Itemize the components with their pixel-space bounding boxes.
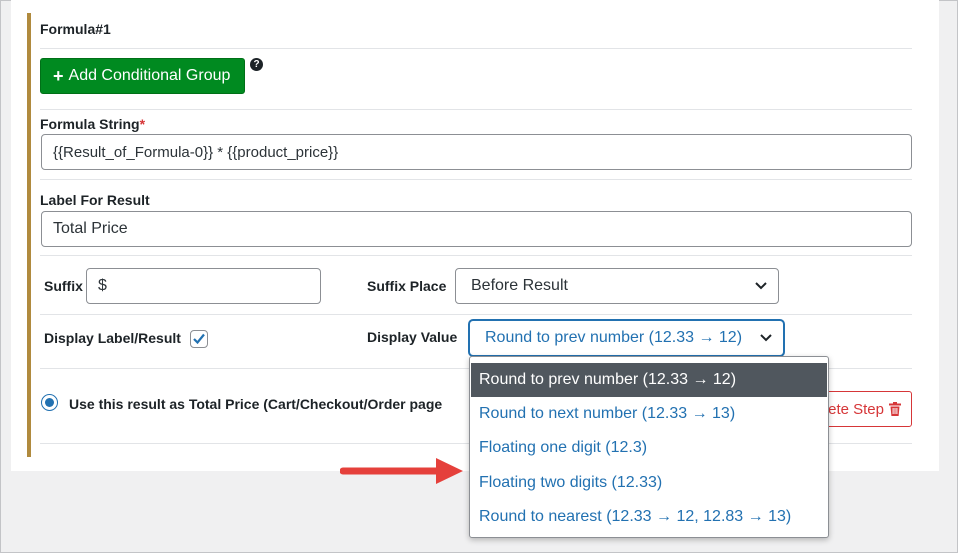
dropdown-option[interactable]: Round to nearest (12.33 → 12, 12.83 → 13… (471, 500, 827, 534)
checkmark-icon (193, 333, 205, 345)
display-value-select[interactable]: Round to prev number (12.33 → 12) (469, 320, 784, 356)
suffix-place-value: Before Result (471, 277, 568, 294)
total-price-radio[interactable] (41, 394, 58, 411)
label-for-result-label: Label For Result (40, 192, 150, 208)
delete-step-label: ete Step (828, 400, 884, 418)
total-price-radio-label: Use this result as Total Price (Cart/Che… (69, 396, 443, 412)
display-label-result-label: Display Label/Result (44, 330, 181, 346)
formula-string-input[interactable]: {{Result_of_Formula-0}} * {{product_pric… (41, 134, 912, 170)
divider (40, 255, 912, 256)
dropdown-option[interactable]: Floating one digit (12.3) (471, 431, 827, 465)
formula-string-label: Formula String* (40, 116, 145, 132)
formula-accent-bar (27, 13, 31, 457)
annotation-arrow-icon (340, 458, 463, 484)
divider (40, 314, 912, 315)
divider (40, 48, 912, 49)
formula-string-label-text: Formula String (40, 116, 140, 132)
chevron-down-icon (755, 282, 767, 290)
dropdown-option[interactable]: Floating two digits (12.33) (471, 466, 827, 500)
dropdown-option[interactable]: Round to prev number (12.33 → 12) (471, 363, 827, 397)
label-for-result-input[interactable]: Total Price (41, 211, 912, 247)
divider (40, 179, 912, 180)
plus-icon: + (53, 66, 64, 86)
label-for-result-value: Total Price (53, 220, 128, 237)
suffix-input[interactable]: $ (86, 268, 321, 304)
display-value-dropdown: Round to prev number (12.33 → 12) Round … (469, 356, 829, 538)
chevron-down-icon (760, 334, 772, 342)
divider (40, 109, 912, 110)
dropdown-option[interactable]: Round to next number (12.33 → 13) (471, 397, 827, 431)
suffix-label: Suffix (44, 278, 83, 294)
display-value-label: Display Value (367, 329, 458, 345)
trash-icon (889, 402, 901, 416)
required-asterisk: * (139, 116, 146, 132)
display-label-result-checkbox[interactable] (190, 330, 208, 348)
help-icon[interactable]: ? (250, 58, 263, 71)
suffix-value: $ (98, 277, 107, 294)
display-value-selected: Round to prev number (12.33 → 12) (485, 329, 743, 346)
add-conditional-group-label: Add Conditional Group (68, 67, 231, 84)
formula-heading: Formula#1 (40, 21, 111, 37)
suffix-place-label: Suffix Place (367, 278, 447, 294)
formula-string-value: {{Result_of_Formula-0}} * {{product_pric… (53, 143, 339, 161)
suffix-place-select[interactable]: Before Result (455, 268, 779, 304)
add-conditional-group-button[interactable]: + Add Conditional Group (40, 58, 245, 94)
